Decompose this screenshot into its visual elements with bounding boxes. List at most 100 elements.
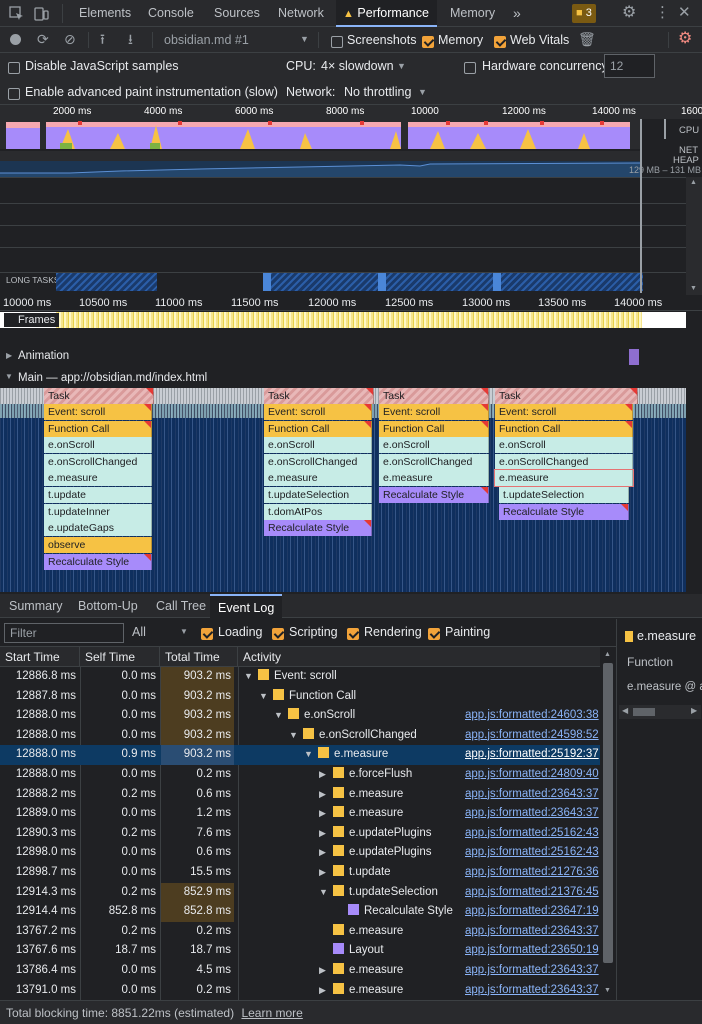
advanced-paint-checkbox[interactable]: [8, 86, 20, 100]
flame-function-call[interactable]: Function Call: [495, 421, 633, 437]
network-throttle-chevron-icon[interactable]: ▼: [418, 88, 427, 97]
table-row[interactable]: 12887.8 ms 0.0 ms 903.2 ms ▼ Function Call: [0, 686, 600, 707]
flame-frame[interactable]: e.onScroll: [495, 437, 633, 453]
flame-frame[interactable]: observe: [44, 537, 152, 553]
flame-frame[interactable]: e.onScroll: [44, 437, 152, 453]
filter-input[interactable]: Filter: [4, 623, 124, 643]
tab-summary[interactable]: Summary: [9, 594, 62, 618]
activity-cell[interactable]: ▶ e.forceFlush: [319, 765, 412, 785]
close-devtools-icon[interactable]: ✕: [678, 5, 691, 20]
activity-cell[interactable]: ▶ e.measure: [319, 785, 403, 805]
scroll-down-icon[interactable]: ▼: [690, 285, 697, 292]
source-link[interactable]: app.js:formatted:24603:38: [465, 706, 599, 726]
flame-task[interactable]: Task: [379, 388, 489, 404]
frames-track[interactable]: Frames: [0, 312, 686, 328]
source-link[interactable]: app.js:formatted:23643:37: [465, 785, 599, 805]
tree-expanded-icon[interactable]: ▼: [259, 687, 269, 707]
flame-event-scroll[interactable]: Event: scroll: [44, 404, 152, 420]
tab-console[interactable]: Console: [148, 0, 194, 27]
memory-checkbox[interactable]: [422, 34, 434, 48]
flame-frame[interactable]: e.onScroll: [264, 437, 372, 453]
table-row[interactable]: 12888.2 ms 0.2 ms 0.6 ms ▶ e.measure app.js:f…: [0, 785, 600, 805]
source-link[interactable]: app.js:formatted:23643:37: [465, 804, 599, 824]
scroll-up-icon[interactable]: ▲: [604, 651, 611, 658]
activity-cell[interactable]: Layout: [319, 941, 384, 961]
table-row[interactable]: 12898.7 ms 0.0 ms 15.5 ms ▶ t.update app.js:f…: [0, 863, 600, 883]
table-row[interactable]: 12888.0 ms 0.0 ms 903.2 ms ▼ e.onScroll app.j…: [0, 706, 600, 726]
profile-select[interactable]: obsidian.md #1: [164, 33, 249, 47]
table-row[interactable]: 12914.3 ms 0.2 ms 852.9 ms ▼ t.updateSelecti…: [0, 882, 600, 903]
overview-scrollbar[interactable]: ▲ ▼: [686, 177, 702, 295]
device-toolbar-icon[interactable]: [34, 6, 49, 23]
table-row[interactable]: 12886.8 ms 0.0 ms 903.2 ms ▼ Event: scroll: [0, 667, 600, 687]
activity-cell[interactable]: Recalculate Style: [334, 902, 453, 922]
table-row[interactable]: 12888.0 ms 0.9 ms 903.2 ms ▼ e.measure app.js…: [0, 745, 600, 765]
table-row[interactable]: 12898.0 ms 0.0 ms 0.6 ms ▶ e.updatePlugins ap…: [0, 843, 600, 863]
activity-cell[interactable]: ▶ e.updatePlugins: [319, 824, 431, 844]
details-source[interactable]: e.measure @ ap: [627, 681, 702, 693]
activity-cell[interactable]: ▶ e.measure: [319, 981, 403, 1000]
tree-expanded-icon[interactable]: ▼: [304, 745, 314, 765]
flame-task[interactable]: Task: [495, 388, 638, 404]
timeline-overview[interactable]: 2000 ms 4000 ms 6000 ms 8000 ms 10000 12…: [0, 105, 702, 295]
animation-event[interactable]: [629, 349, 639, 365]
cpu-throttle-select[interactable]: 4× slowdown: [321, 59, 394, 73]
disable-js-samples-checkbox[interactable]: [8, 60, 20, 74]
flame-event-scroll[interactable]: Event: scroll: [495, 404, 633, 420]
source-link[interactable]: app.js:formatted:23643:37: [465, 922, 599, 942]
col-start-time[interactable]: Start Time: [0, 647, 80, 667]
rendering-checkbox[interactable]: [347, 626, 359, 640]
tree-collapsed-icon[interactable]: ▶: [319, 981, 329, 1000]
event-log-scrollbar[interactable]: ▲ ▼: [600, 647, 616, 1000]
flame-frame[interactable]: e.measure: [264, 470, 372, 486]
activity-cell[interactable]: ▼ e.onScrollChanged: [289, 726, 417, 746]
tab-sources[interactable]: Sources: [214, 0, 260, 27]
table-row[interactable]: 12914.4 ms 852.8 ms 852.8 ms Recalculate St…: [0, 902, 600, 922]
hardware-concurrency-input[interactable]: 12: [604, 54, 655, 78]
collapse-main-icon[interactable]: ▼: [5, 373, 13, 381]
record-button[interactable]: [10, 34, 21, 45]
source-link[interactable]: app.js:formatted:21276:36: [465, 863, 599, 883]
flame-frame[interactable]: e.onScrollChanged: [495, 454, 633, 470]
activity-cell[interactable]: ▶ e.measure: [319, 961, 403, 981]
flame-function-call[interactable]: Function Call: [44, 421, 152, 437]
activity-cell[interactable]: ▼ Event: scroll: [244, 667, 337, 687]
flame-frame[interactable]: e.onScrollChanged: [379, 454, 489, 470]
tree-collapsed-icon[interactable]: ▶: [319, 785, 329, 805]
network-throttle-select[interactable]: No throttling: [344, 85, 411, 99]
capture-settings-gear-icon[interactable]: ⚙: [678, 31, 692, 47]
tab-bottom-up[interactable]: Bottom-Up: [78, 594, 138, 618]
activity-cell[interactable]: ▼ Function Call: [259, 687, 356, 707]
flame-recalculate-style[interactable]: Recalculate Style: [264, 520, 372, 536]
activity-cell[interactable]: ▶ t.update: [319, 863, 391, 883]
tree-collapsed-icon[interactable]: ▶: [319, 843, 329, 863]
learn-more-link[interactable]: Learn more: [241, 1006, 302, 1020]
details-horizontal-scrollbar[interactable]: ◀ ▶: [619, 705, 701, 719]
source-link[interactable]: app.js:formatted:23650:19: [465, 941, 599, 961]
tab-event-log[interactable]: Event Log: [210, 594, 283, 618]
flame-event-scroll[interactable]: Event: scroll: [264, 404, 372, 420]
tree-collapsed-icon[interactable]: ▶: [319, 765, 329, 785]
table-row[interactable]: 13791.0 ms 0.0 ms 0.2 ms ▶ e.measure app.js:f…: [0, 981, 600, 1000]
inspect-element-icon[interactable]: [9, 6, 24, 23]
tab-performance[interactable]: ▲ Performance: [336, 0, 437, 27]
source-link[interactable]: app.js:formatted:24598:52: [465, 726, 599, 746]
flame-frame[interactable]: t.update: [44, 487, 152, 503]
activity-cell[interactable]: e.measure: [319, 922, 403, 942]
flame-frame[interactable]: t.updateInner: [44, 504, 152, 520]
flame-frame[interactable]: e.measure: [44, 470, 152, 486]
loading-checkbox[interactable]: [201, 626, 213, 640]
main-thread-header[interactable]: ▼ Main — app://obsidian.md/index.html: [0, 368, 686, 388]
table-row[interactable]: 12889.0 ms 0.0 ms 1.2 ms ▶ e.measure app.js:f…: [0, 804, 600, 824]
flame-function-call[interactable]: Function Call: [379, 421, 489, 437]
source-link[interactable]: app.js:formatted:25162:43: [465, 824, 599, 844]
col-total-time[interactable]: Total Time: [160, 647, 238, 667]
flame-recalculate-style[interactable]: Recalculate Style: [44, 554, 152, 570]
scroll-up-icon[interactable]: ▲: [690, 179, 697, 186]
scroll-right-icon[interactable]: ▶: [691, 707, 697, 715]
flame-task[interactable]: Task: [264, 388, 374, 404]
source-link[interactable]: app.js:formatted:25162:43: [465, 843, 599, 863]
col-activity[interactable]: Activity: [238, 647, 600, 667]
tree-expanded-icon[interactable]: ▼: [289, 726, 299, 746]
animation-track[interactable]: ▶ Animation: [0, 346, 686, 368]
